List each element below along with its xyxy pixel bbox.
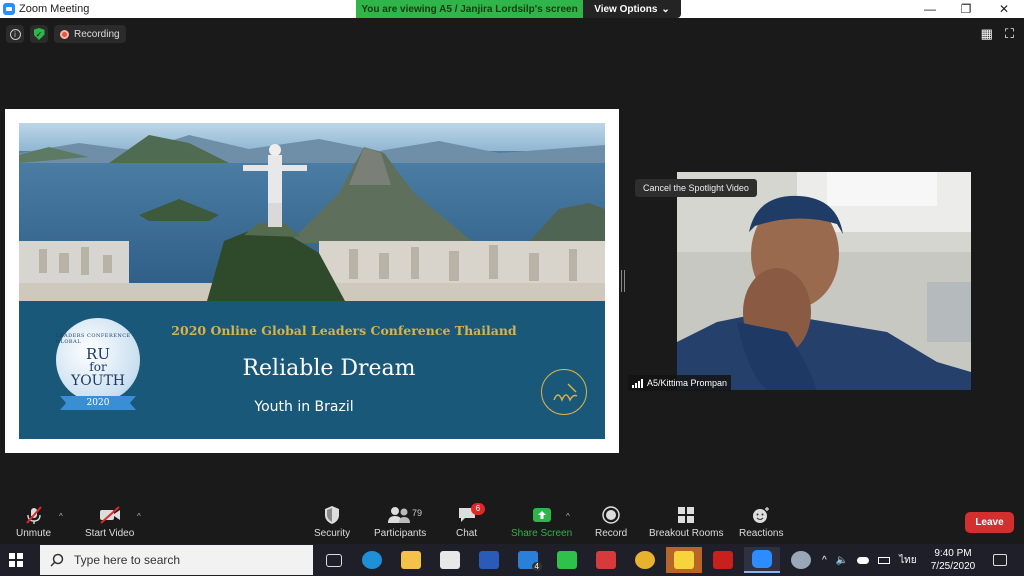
breakout-rooms-button[interactable]: Breakout Rooms <box>649 504 723 539</box>
cancel-spotlight-button[interactable]: Cancel the Spotlight Video <box>635 179 757 197</box>
cloud-icon[interactable] <box>857 556 870 564</box>
zoom-app-icon <box>3 3 15 15</box>
breakout-rooms-label: Breakout Rooms <box>649 528 724 539</box>
record-button[interactable]: Record <box>595 504 627 539</box>
smiley-icon <box>751 504 771 526</box>
line-app-icon[interactable] <box>549 547 585 573</box>
taskbar-search[interactable]: Type here to search <box>40 545 313 575</box>
file-explorer-icon[interactable] <box>393 547 429 573</box>
task-view-icon[interactable] <box>316 547 352 573</box>
participant-name: A5/Kittima Prompan <box>647 378 728 388</box>
windows-taskbar: Type here to search 4 ^ 🔈 ไทย 9:40 PM 7/… <box>0 544 1024 576</box>
start-video-button[interactable]: Start Video <box>85 504 134 539</box>
recording-dot-icon <box>60 29 69 39</box>
view-options-label: View Options <box>594 3 658 15</box>
fullscreen-icon[interactable]: ⛶ <box>1005 26 1014 42</box>
notification-icon[interactable] <box>982 547 1018 573</box>
share-options-caret-icon[interactable]: ^ <box>566 512 570 521</box>
leave-button[interactable]: Leave <box>965 512 1014 533</box>
recording-indicator[interactable]: Recording <box>54 25 126 43</box>
resize-handle[interactable] <box>621 270 625 292</box>
kakaotalk-icon[interactable] <box>666 547 702 573</box>
unmute-button[interactable]: Unmute <box>16 504 51 539</box>
slide-title: Reliable Dream <box>242 356 416 381</box>
mail-icon[interactable]: 4 <box>510 547 546 573</box>
breakout-rooms-icon <box>676 504 696 526</box>
muted-microphone-icon <box>24 504 44 526</box>
participant-video-frame <box>677 172 971 390</box>
recording-label: Recording <box>74 28 120 40</box>
chevron-down-icon: ⌄ <box>661 3 670 15</box>
close-button[interactable]: ✕ <box>986 0 1022 18</box>
video-off-icon <box>98 504 122 526</box>
badge-top-text: LEADERS CONFERENCE · GLOBAL <box>56 332 135 345</box>
signal-bars-icon <box>632 378 643 388</box>
video-options-caret-icon[interactable]: ^ <box>137 512 141 521</box>
participant-name-tag: A5/Kittima Prompan <box>628 375 732 391</box>
edge-browser-icon[interactable] <box>354 547 390 573</box>
word-icon[interactable] <box>471 547 507 573</box>
security-button[interactable]: Security <box>314 504 350 539</box>
shield-icon[interactable]: ✓ <box>30 25 48 43</box>
chat-unread-badge: 6 <box>471 503 485 515</box>
participant-count: 79 <box>412 508 423 518</box>
clock-date: 7/25/2020 <box>930 561 976 572</box>
battery-icon[interactable] <box>878 556 891 564</box>
search-placeholder: Type here to search <box>74 553 181 567</box>
reactions-label: Reactions <box>739 528 784 539</box>
gift-app-icon[interactable] <box>588 547 624 573</box>
gallery-view-icon[interactable]: ▦ <box>981 26 993 42</box>
record-label: Record <box>595 528 628 539</box>
participants-icon <box>387 504 413 526</box>
presentation-slide: LEADERS CONFERENCE · GLOBAL RU for YOUTH… <box>19 123 605 439</box>
meeting-status: i ✓ Recording <box>6 24 126 44</box>
chrome-icon[interactable] <box>627 547 663 573</box>
signature-logo-icon <box>541 369 587 415</box>
window-title: Zoom Meeting <box>19 3 90 15</box>
participants-label: Participants <box>374 528 427 539</box>
ru-for-youth-logo: LEADERS CONFERENCE · GLOBAL RU for YOUTH… <box>52 314 144 414</box>
acrobat-icon[interactable] <box>705 547 741 573</box>
taskbar-clock[interactable]: 9:40 PM 7/25/2020 <box>925 547 981 573</box>
badge-line3: YOUTH <box>70 372 126 389</box>
conference-title: 2020 Online Global Leaders Conference Th… <box>171 323 517 338</box>
tray-expand-caret-icon[interactable]: ^ <box>822 555 827 566</box>
badge-line1: RU <box>86 344 110 363</box>
start-video-label: Start Video <box>85 528 135 539</box>
search-icon <box>50 553 64 567</box>
viewing-banner: You are viewing A5 / Janjira Lordsilp's … <box>356 0 583 18</box>
system-tray: ^ 🔈 ไทย <box>822 544 917 576</box>
chat-label: Chat <box>456 528 478 539</box>
badge-year-ribbon: 2020 <box>60 396 136 410</box>
spotlight-video <box>677 172 971 390</box>
restore-button[interactable]: ❐ <box>948 0 984 18</box>
paint-icon[interactable] <box>783 547 819 573</box>
shield-icon <box>323 504 341 526</box>
language-indicator[interactable]: ไทย <box>899 553 916 568</box>
share-screen-label: Share Screen <box>511 528 573 539</box>
badge-circle: LEADERS CONFERENCE · GLOBAL RU for YOUTH <box>56 318 140 402</box>
windows-start-icon[interactable] <box>9 553 23 567</box>
share-screen-icon <box>531 504 553 526</box>
zoom-taskbar-icon[interactable] <box>744 547 780 573</box>
security-label: Security <box>314 528 351 539</box>
badge-line2: for <box>89 359 107 374</box>
store-icon[interactable] <box>432 547 468 573</box>
reactions-button[interactable]: Reactions <box>739 504 783 539</box>
mail-badge: 4 <box>531 562 542 571</box>
slide-subtitle: Youth in Brazil <box>254 399 354 415</box>
rio-photo <box>19 123 605 301</box>
info-icon[interactable]: i <box>6 25 24 43</box>
audio-options-caret-icon[interactable]: ^ <box>59 512 63 521</box>
unmute-label: Unmute <box>16 528 52 539</box>
view-controls: ▦ ⛶ <box>981 26 1014 42</box>
record-icon <box>601 504 621 526</box>
share-screen-button[interactable]: Share Screen <box>511 504 572 539</box>
meeting-toolbar: Unmute ^ Start Video ^ Security Particip… <box>0 500 1024 544</box>
shared-screen: LEADERS CONFERENCE · GLOBAL RU for YOUTH… <box>5 109 619 453</box>
volume-icon[interactable]: 🔈 <box>836 555 848 566</box>
minimize-button[interactable]: — <box>912 0 948 18</box>
clock-time: 9:40 PM <box>934 548 972 559</box>
view-options-button[interactable]: View Options ⌄ <box>583 0 681 18</box>
